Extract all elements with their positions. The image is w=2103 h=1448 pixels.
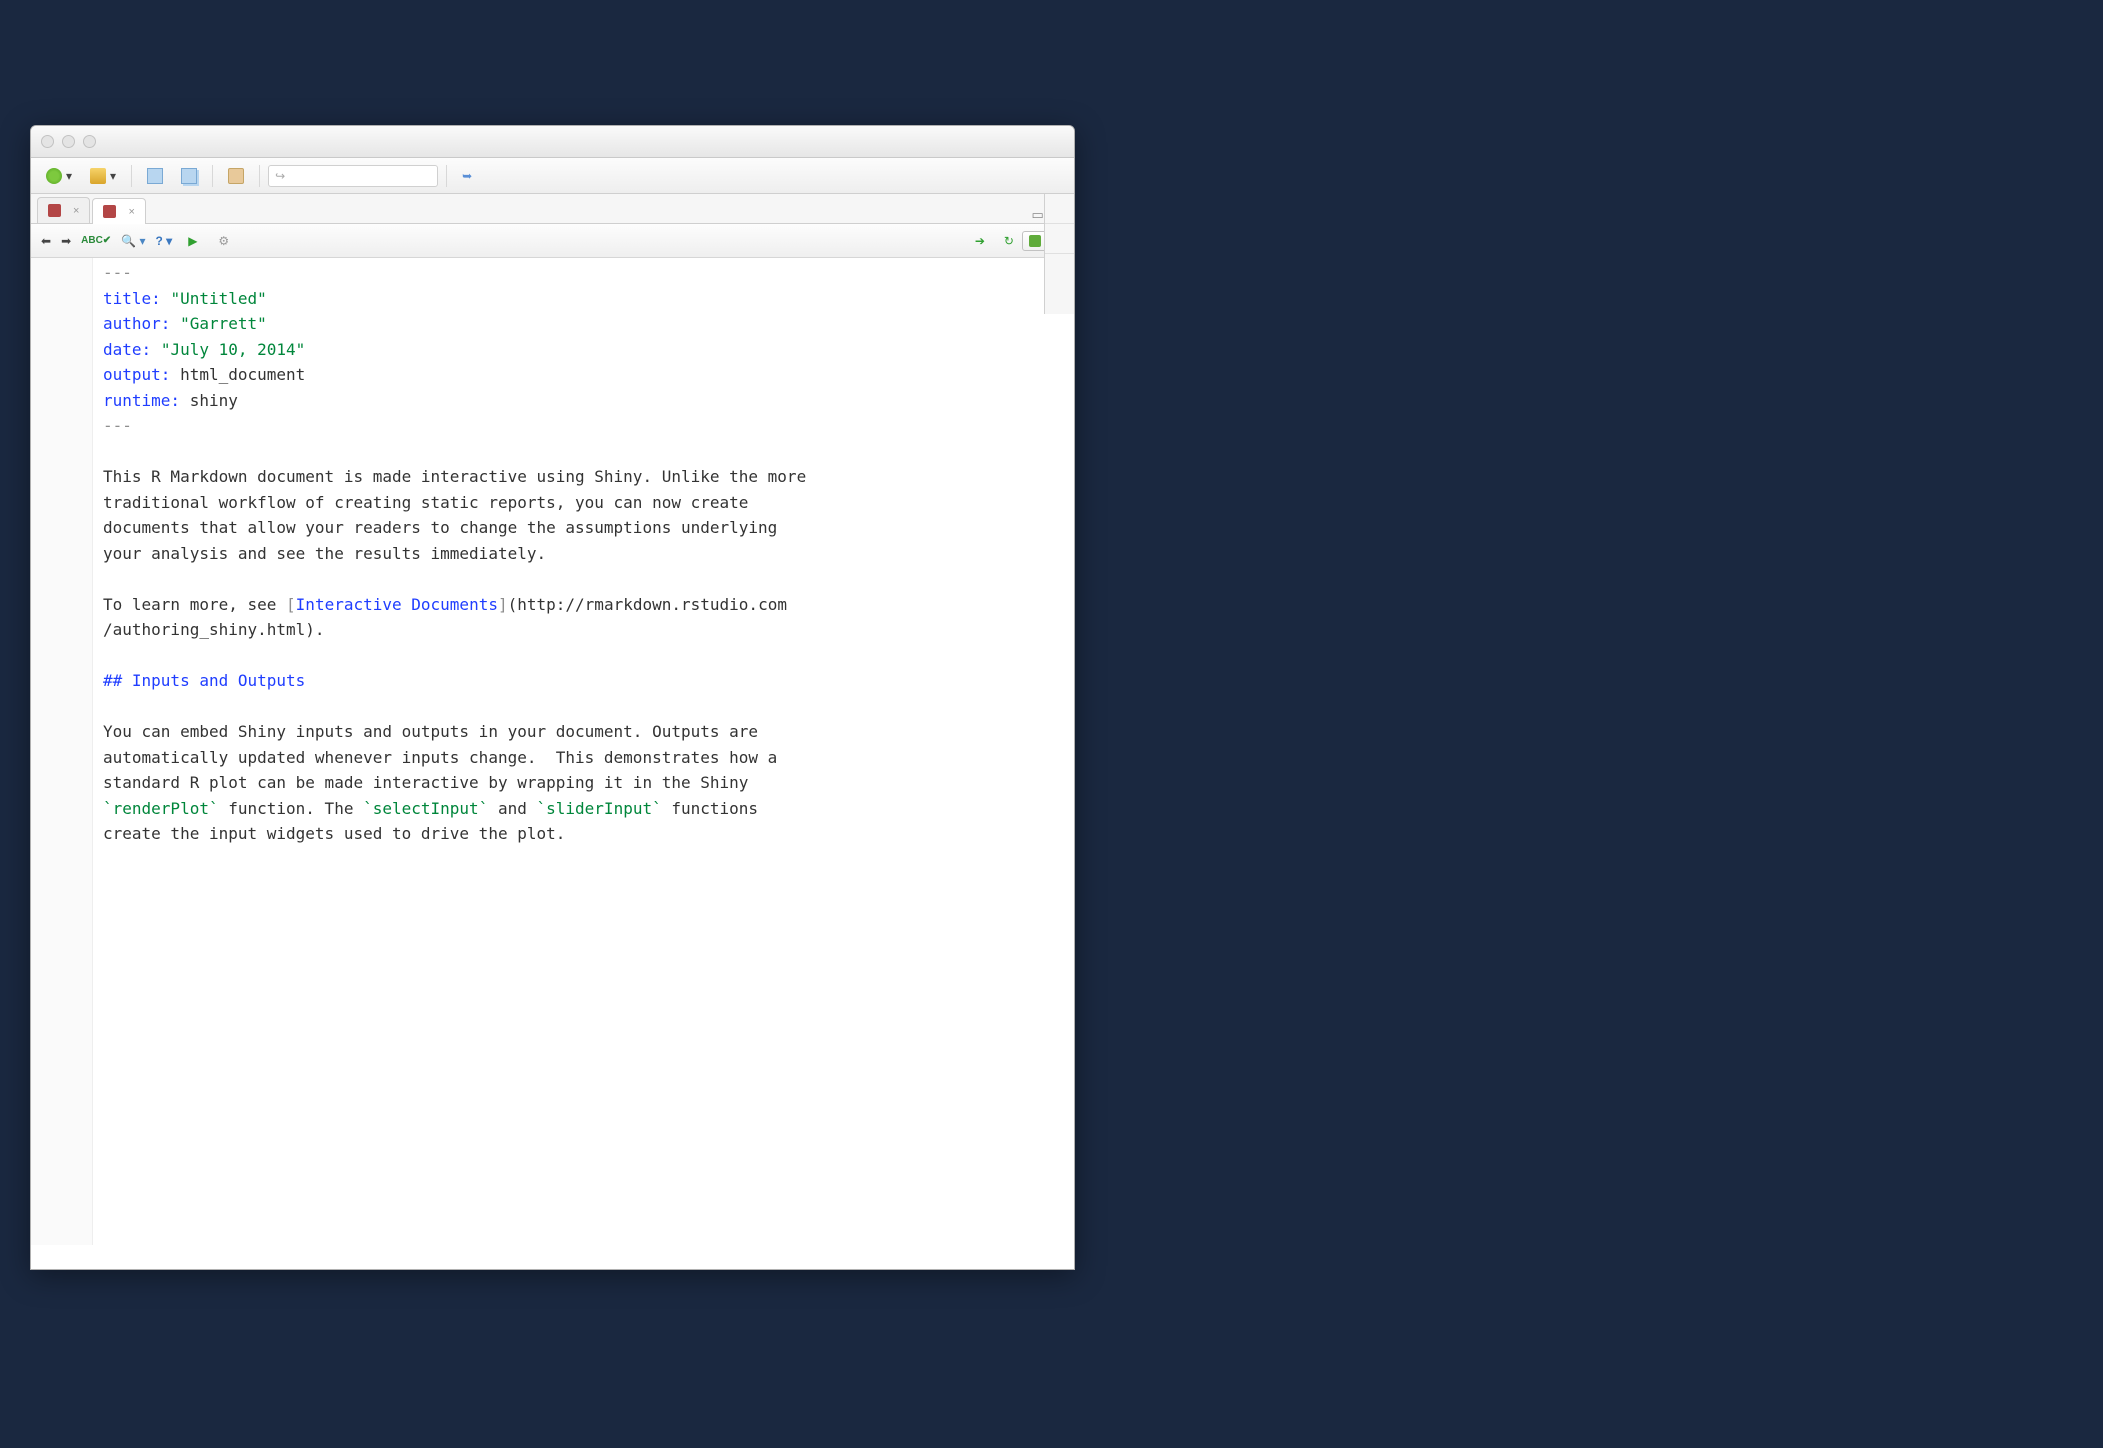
line-gutter xyxy=(31,258,93,1245)
deploy-button[interactable]: ➥ xyxy=(455,164,483,188)
main-toolbar: ▾ ▾ ↪ ➥ xyxy=(31,158,1074,194)
code-editor[interactable]: --- title: "Untitled" author: "Garrett" … xyxy=(31,258,1074,1245)
tab-untitled-rmd[interactable]: × xyxy=(92,198,145,224)
rerun-button[interactable]: ↻ xyxy=(1004,234,1014,248)
back-button[interactable]: ⬅ xyxy=(41,234,51,248)
run-button[interactable]: ➔ xyxy=(969,232,996,250)
forward-button[interactable]: ➡ xyxy=(61,234,71,248)
tab-environment[interactable] xyxy=(1045,194,1074,224)
open-file-button[interactable]: ▾ xyxy=(83,164,123,188)
window-titlebar[interactable] xyxy=(31,126,1074,158)
tab-plain-rmd[interactable]: × xyxy=(37,197,90,223)
minimize-icon[interactable] xyxy=(62,135,75,148)
code-text[interactable]: --- title: "Untitled" author: "Garrett" … xyxy=(93,258,1074,1245)
rstudio-window: ▾ ▾ ↪ ➥ × × ▭ ⬜ ⬅ ➡ ABC✔ 🔍 ▾ ? ▾ ▶ ⚙ ➔ ↻ xyxy=(30,125,1075,1270)
close-icon[interactable]: × xyxy=(73,205,79,217)
save-all-button[interactable] xyxy=(174,164,204,188)
editor-tabstrip: × × ▭ ⬜ xyxy=(31,194,1074,224)
run-arrow-icon: ➔ xyxy=(975,234,985,248)
new-file-button[interactable]: ▾ xyxy=(39,164,79,188)
zoom-icon[interactable] xyxy=(83,135,96,148)
close-icon[interactable] xyxy=(41,135,54,148)
spellcheck-button[interactable]: ABC✔ xyxy=(81,235,111,246)
play-icon: ▶ xyxy=(188,234,197,248)
minimize-pane-icon[interactable]: ▭ xyxy=(1032,207,1044,223)
rmd-file-icon xyxy=(103,205,116,218)
print-button[interactable] xyxy=(221,164,251,188)
tab-files[interactable] xyxy=(1045,224,1074,254)
close-icon[interactable]: × xyxy=(128,206,134,218)
gear-icon[interactable]: ⚙ xyxy=(218,234,229,248)
goto-file-input[interactable]: ↪ xyxy=(268,165,438,187)
run-document-button[interactable]: ▶ xyxy=(182,232,208,250)
help-button[interactable]: ? ▾ xyxy=(156,234,173,248)
goto-arrow-icon: ↪ xyxy=(275,169,285,183)
source-toolbar: ⬅ ➡ ABC✔ 🔍 ▾ ? ▾ ▶ ⚙ ➔ ↻ ▾ xyxy=(31,224,1074,258)
save-button[interactable] xyxy=(140,164,170,188)
chunk-icon xyxy=(1029,235,1041,247)
rmd-file-icon xyxy=(48,204,61,217)
deploy-icon: ➥ xyxy=(462,169,472,183)
find-button[interactable]: 🔍 ▾ xyxy=(121,234,145,248)
